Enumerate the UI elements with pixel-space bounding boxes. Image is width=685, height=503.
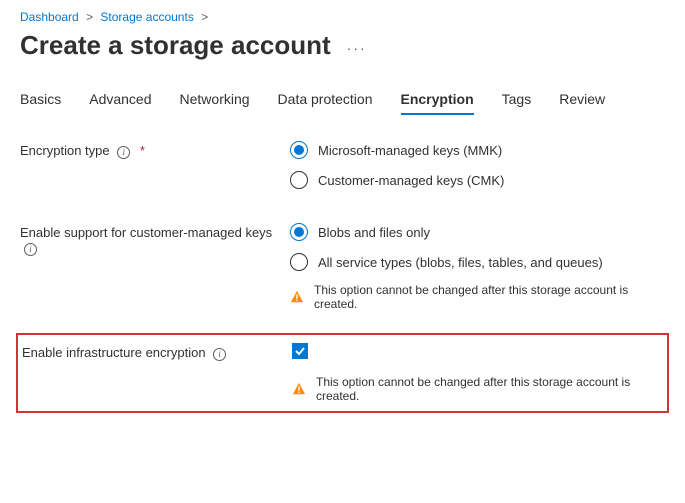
- tab-data-protection[interactable]: Data protection: [278, 85, 373, 113]
- breadcrumb-link-storage-accounts[interactable]: Storage accounts: [100, 10, 193, 24]
- infra-warning-text: This option cannot be changed after this…: [316, 375, 663, 403]
- chevron-right-icon: >: [86, 10, 93, 24]
- highlight-infra-encryption: Enable infrastructure encryption i This …: [16, 333, 669, 413]
- tabs: Basics Advanced Networking Data protecti…: [20, 85, 665, 113]
- tab-basics[interactable]: Basics: [20, 85, 61, 113]
- infra-encryption-checkbox[interactable]: [292, 343, 308, 359]
- chevron-right-icon: >: [201, 10, 208, 24]
- info-icon[interactable]: i: [213, 348, 226, 361]
- check-icon: [294, 345, 306, 357]
- radio-all-services[interactable]: [290, 253, 308, 271]
- radio-mmk[interactable]: [290, 141, 308, 159]
- radio-cmk[interactable]: [290, 171, 308, 189]
- more-actions-icon[interactable]: ···: [347, 40, 367, 56]
- info-icon[interactable]: i: [24, 243, 37, 256]
- infra-encryption-label: Enable infrastructure encryption: [22, 345, 206, 360]
- warning-icon: [292, 382, 306, 396]
- tab-encryption[interactable]: Encryption: [401, 85, 474, 113]
- tab-review[interactable]: Review: [559, 85, 605, 113]
- tab-networking[interactable]: Networking: [180, 85, 250, 113]
- page-title: Create a storage account: [20, 30, 331, 61]
- tab-advanced[interactable]: Advanced: [89, 85, 151, 113]
- encryption-type-label: Encryption type: [20, 143, 110, 158]
- breadcrumb: Dashboard > Storage accounts >: [20, 10, 665, 24]
- radio-all-services-label: All service types (blobs, files, tables,…: [318, 255, 603, 270]
- breadcrumb-link-dashboard[interactable]: Dashboard: [20, 10, 79, 24]
- cmk-warning-text: This option cannot be changed after this…: [314, 283, 665, 311]
- radio-blobs-files[interactable]: [290, 223, 308, 241]
- warning-icon: [290, 290, 304, 304]
- radio-blobs-files-label: Blobs and files only: [318, 225, 430, 240]
- tab-tags[interactable]: Tags: [502, 85, 532, 113]
- radio-cmk-label: Customer-managed keys (CMK): [318, 173, 504, 188]
- cmk-support-label: Enable support for customer-managed keys: [20, 225, 272, 240]
- radio-mmk-label: Microsoft-managed keys (MMK): [318, 143, 502, 158]
- required-indicator: *: [140, 143, 145, 158]
- info-icon[interactable]: i: [117, 146, 130, 159]
